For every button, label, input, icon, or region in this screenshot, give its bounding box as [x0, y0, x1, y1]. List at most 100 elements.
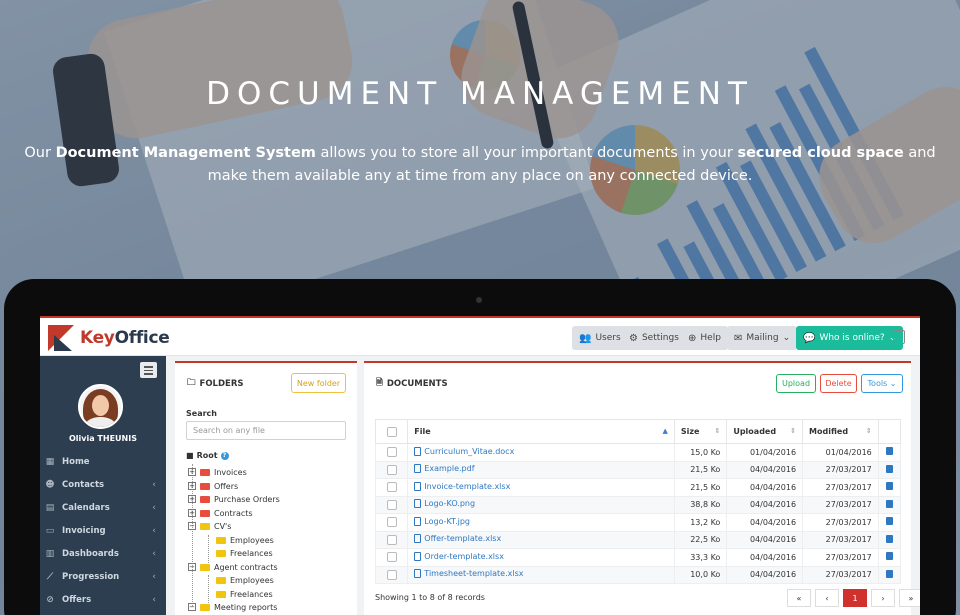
row-checkbox[interactable] [374, 460, 409, 479]
row-checkbox[interactable] [374, 443, 409, 462]
row-checkbox[interactable] [374, 565, 409, 584]
menu-toggle-icon[interactable] [140, 362, 157, 378]
download-cell[interactable] [877, 548, 902, 567]
download-cell[interactable] [877, 530, 902, 549]
column-header-size[interactable]: Size ⇕ [673, 419, 728, 444]
bar-chart-icon: ▥ [45, 549, 55, 559]
file-cell[interactable]: Logo-KT.jpg [407, 513, 675, 532]
download-icon[interactable] [885, 517, 893, 526]
tree-item-agent-contracts[interactable]: − Agent contracts [188, 561, 278, 573]
folder-open-icon [200, 563, 210, 571]
logout-icon[interactable] [893, 330, 905, 344]
prev-page-button[interactable]: ‹ [815, 589, 839, 607]
modified-cell: 01/04/2016 [802, 443, 879, 462]
download-cell[interactable] [877, 495, 902, 514]
column-header-modified[interactable]: Modified ⇕ [802, 419, 879, 444]
file-cell[interactable]: Curriculum_Vitae.docx [407, 443, 675, 462]
table-row[interactable]: Offer-template.xlsx 22,5 Ko 04/04/2016 27/0… [374, 530, 902, 549]
download-icon[interactable] [885, 552, 893, 561]
last-page-button[interactable]: » [899, 589, 920, 607]
records-info: Showing 1 to 8 of 8 records [375, 593, 485, 602]
file-icon [414, 569, 422, 579]
column-header-uploaded[interactable]: Uploaded ⇕ [726, 419, 804, 444]
table-row[interactable]: Curriculum_Vitae.docx 15,0 Ko 01/04/2016 01… [374, 443, 902, 462]
chevron-left-icon: ‹ [152, 595, 156, 605]
next-page-button[interactable]: › [871, 589, 895, 607]
row-checkbox[interactable] [374, 548, 409, 567]
table-row[interactable]: Invoice-template.xlsx 21,5 Ko 04/04/2016 27… [374, 478, 902, 497]
row-checkbox[interactable] [374, 478, 409, 497]
chevron-left-icon: ‹ [152, 480, 156, 490]
first-page-button[interactable]: « [787, 589, 811, 607]
file-icon [414, 446, 422, 456]
search-input[interactable]: Search on any file [186, 421, 346, 440]
top-bar: KeyOffice 👥 Users ⚙ Settings ⊕ Help ✉ Mailin… [40, 316, 920, 356]
download-cell[interactable] [877, 513, 902, 532]
table-row[interactable]: Example.pdf 21,5 Ko 04/04/2016 27/03/2017 [374, 460, 902, 479]
new-folder-button[interactable]: New folder [291, 373, 346, 393]
select-all-checkbox[interactable] [374, 419, 409, 444]
folder-icon [200, 482, 210, 490]
download-cell[interactable] [877, 478, 902, 497]
upload-button[interactable]: Upload [776, 374, 816, 393]
column-header-file[interactable]: File ▲ [407, 419, 675, 444]
download-icon[interactable] [885, 499, 893, 508]
sidebar-item-offers[interactable]: ⊘ Offers ‹ [40, 589, 166, 611]
tree-item-employees[interactable]: Employees [216, 574, 274, 586]
who-online-button[interactable]: 💬 Who is online? ⌄ [796, 326, 904, 350]
sidebar-item-invoicing[interactable]: ▭ Invoicing ‹ [40, 520, 166, 542]
tree-root[interactable]: ■ Root? [186, 451, 229, 460]
download-cell[interactable] [877, 565, 902, 584]
table-row[interactable]: Order-template.xlsx 33,3 Ko 04/04/2016 27/0… [374, 548, 902, 567]
uploaded-cell: 04/04/2016 [726, 513, 804, 532]
tree-item-contracts[interactable]: + Contracts [188, 507, 253, 519]
file-cell[interactable]: Example.pdf [407, 460, 675, 479]
invoice-icon: ▭ [45, 526, 55, 536]
tree-item-offers[interactable]: + Offers [188, 480, 238, 492]
file-cell[interactable]: Timesheet-template.xlsx [407, 565, 675, 584]
file-cell[interactable]: Offer-template.xlsx [407, 530, 675, 549]
documents-table: File ▲ Size ⇕ Uploaded ⇕ Modified ⇕ Curricul… [374, 419, 902, 584]
row-checkbox[interactable] [374, 495, 409, 514]
file-cell[interactable]: Logo-KO.png [407, 495, 675, 514]
download-cell[interactable] [877, 443, 902, 462]
keyoffice-logo[interactable]: KeyOffice [48, 323, 170, 353]
tree-item-invoices[interactable]: + Invoices [188, 466, 247, 478]
download-icon[interactable] [885, 569, 893, 578]
sidebar-item-dashboards[interactable]: ▥ Dashboards ‹ [40, 543, 166, 565]
table-row[interactable]: Logo-KO.png 38,8 Ko 04/04/2016 27/03/2017 [374, 495, 902, 514]
delete-button[interactable]: Delete [820, 374, 857, 393]
file-cell[interactable]: Order-template.xlsx [407, 548, 675, 567]
file-cell[interactable]: Invoice-template.xlsx [407, 478, 675, 497]
download-icon[interactable] [885, 534, 893, 543]
tree-item-cvs[interactable]: − CV's [188, 520, 231, 532]
row-checkbox[interactable] [374, 513, 409, 532]
tree-item-employees[interactable]: Employees [216, 534, 274, 546]
download-cell[interactable] [877, 460, 902, 479]
tree-item-freelances[interactable]: Freelances [216, 588, 273, 600]
help-button[interactable]: ⊕ Help [681, 326, 728, 350]
tools-button[interactable]: Tools ⌄ [861, 374, 903, 393]
avatar[interactable] [78, 384, 123, 429]
download-icon[interactable] [885, 464, 893, 473]
sidebar-item-home[interactable]: ▦ Home [40, 451, 166, 473]
sidebar-item-progression[interactable]: ⟋ Progression ‹ [40, 566, 166, 588]
help-icon[interactable]: ? [220, 451, 229, 460]
download-icon[interactable] [885, 482, 893, 491]
row-checkbox[interactable] [374, 530, 409, 549]
sidebar-item-contacts[interactable]: ☻ Contacts ‹ [40, 474, 166, 496]
tree-item-meeting-reports[interactable]: − Meeting reports [188, 601, 277, 613]
table-row[interactable]: Timesheet-template.xlsx 10,0 Ko 04/04/2016… [374, 565, 902, 584]
tree-item-freelances[interactable]: Freelances [216, 547, 273, 559]
table-row[interactable]: Logo-KT.jpg 13,2 Ko 04/04/2016 27/03/2017 [374, 513, 902, 532]
chat-icon: 💬 [803, 332, 816, 344]
mailing-button[interactable]: ✉ Mailing ⌄ [727, 326, 798, 350]
users-button[interactable]: 👥 Users [572, 326, 628, 350]
tree-item-purchase-orders[interactable]: + Purchase Orders [188, 493, 280, 505]
page-1-button[interactable]: 1 [843, 589, 867, 607]
sidebar-item-calendars[interactable]: ▤ Calendars ‹ [40, 497, 166, 519]
download-icon[interactable] [885, 447, 893, 456]
envelope-icon: ✉ [734, 332, 743, 344]
settings-button[interactable]: ⚙ Settings [622, 326, 686, 350]
logo-mark [48, 325, 76, 351]
